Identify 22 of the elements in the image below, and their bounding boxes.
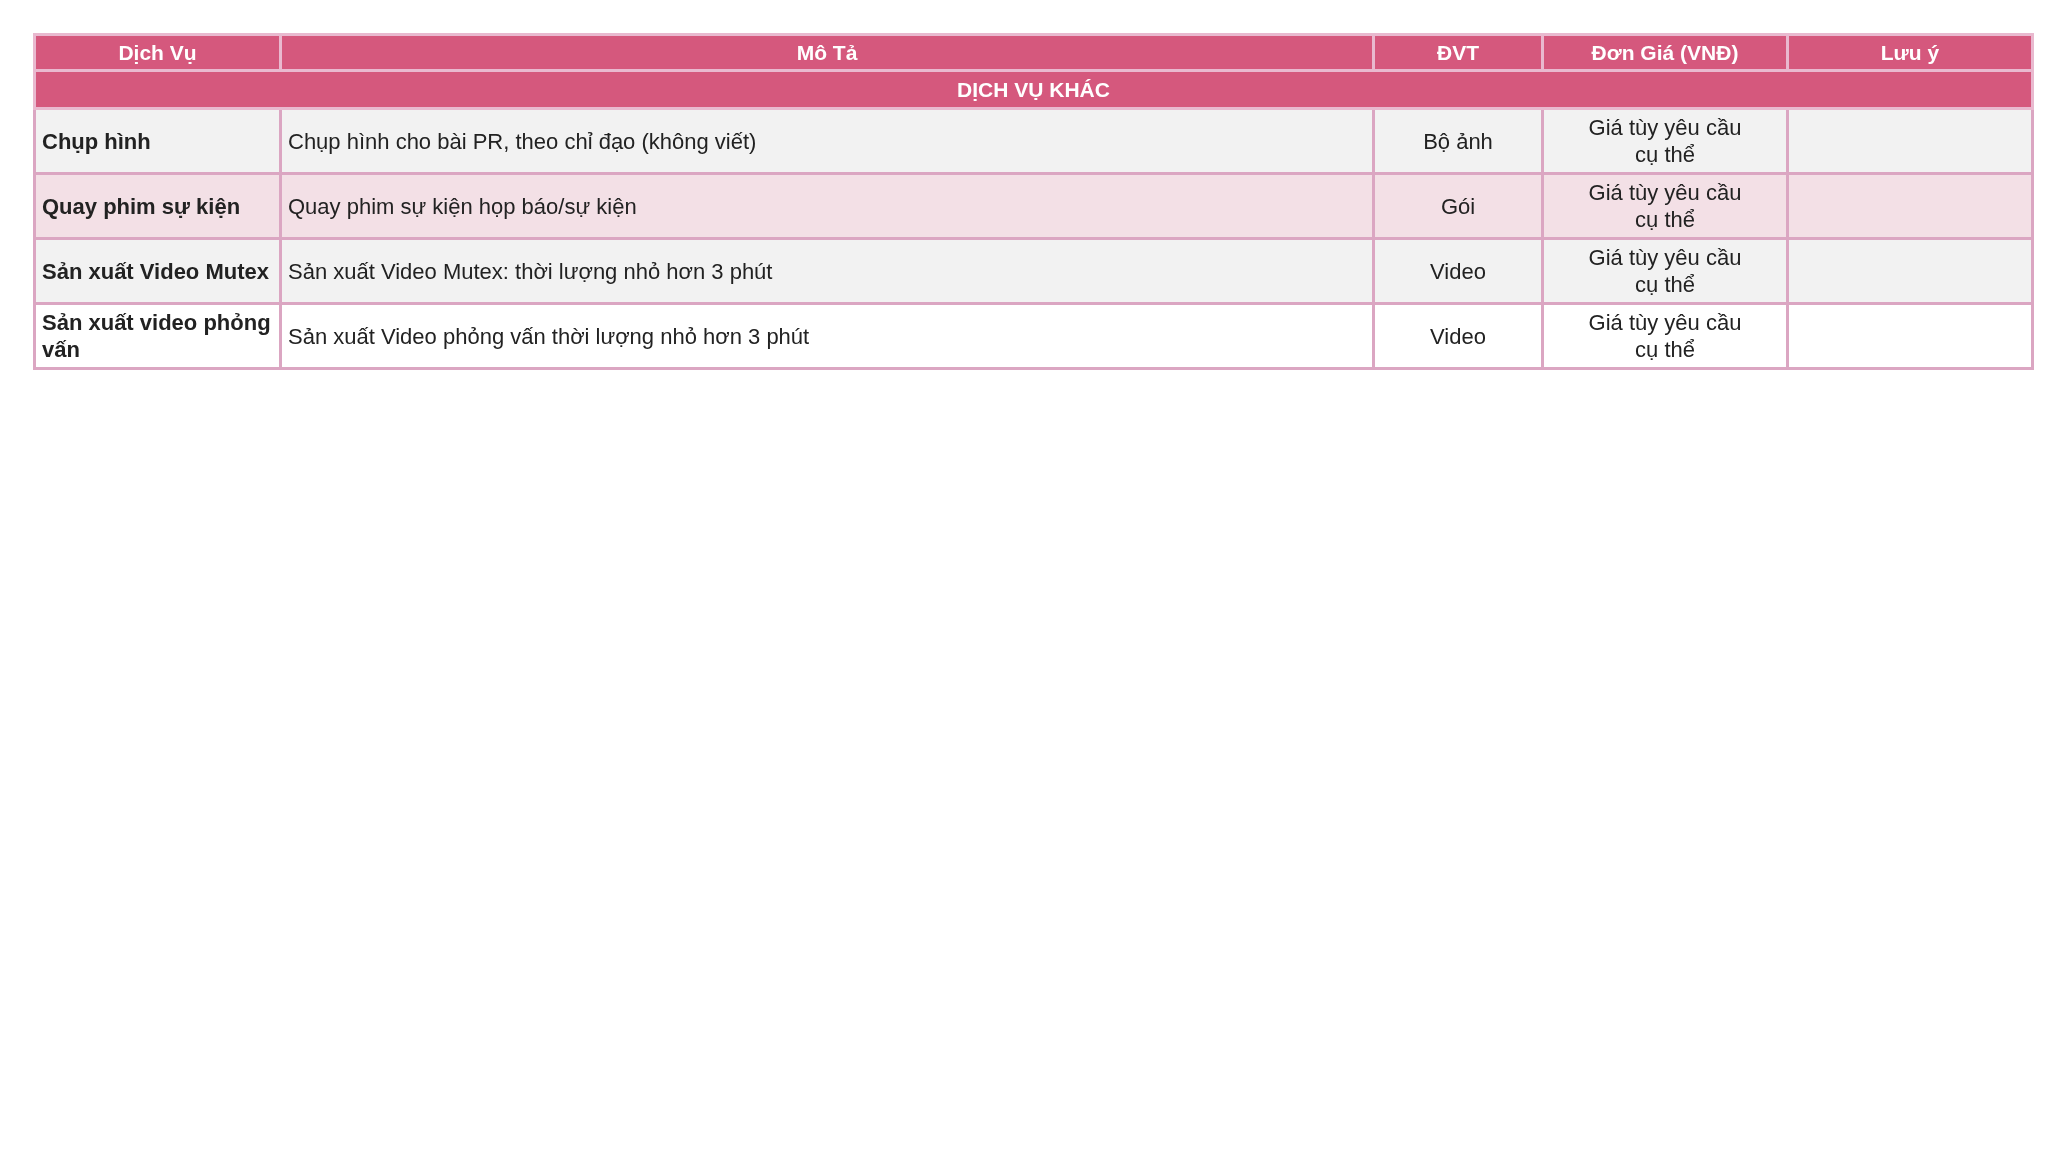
table-cell: Chụp hình <box>34 108 281 174</box>
table-cell: Giá tùy yêu cầu cụ thể <box>1542 108 1788 174</box>
table-cell: Sản xuất Video phỏng vấn thời lượng nhỏ hơn 3 phút <box>280 303 1374 369</box>
section-header: DỊCH VỤ KHÁC <box>34 70 2033 109</box>
table-cell: Video <box>1373 303 1543 369</box>
table-cell: Sản xuất Video Mutex <box>34 238 281 304</box>
table-cell: Bộ ảnh <box>1373 108 1543 174</box>
table-cell: Giá tùy yêu cầu cụ thể <box>1542 303 1788 369</box>
table-cell: Giá tùy yêu cầu cụ thể <box>1542 238 1788 304</box>
column-header: Mô Tả <box>280 34 1374 71</box>
table-cell: Quay phim sự kiện <box>34 173 281 239</box>
table-cell: Sản xuất Video Mutex: thời lượng nhỏ hơn 3 phút <box>280 238 1374 304</box>
table-cell: Sản xuất video phỏng vấn <box>34 303 281 369</box>
table-cell: Quay phim sự kiện họp báo/sự kiện <box>280 173 1374 239</box>
table-cell: Giá tùy yêu cầu cụ thể <box>1542 173 1788 239</box>
table-cell: Chụp hình cho bài PR, theo chỉ đạo (không viết) <box>280 108 1374 174</box>
table-cell: Gói <box>1373 173 1543 239</box>
table-cell: Video <box>1373 238 1543 304</box>
column-header: Dịch Vụ <box>34 34 281 71</box>
column-header: Lưu ý <box>1787 34 2033 71</box>
column-header: Đơn Giá (VNĐ) <box>1542 34 1788 71</box>
column-header: ĐVT <box>1373 34 1543 71</box>
